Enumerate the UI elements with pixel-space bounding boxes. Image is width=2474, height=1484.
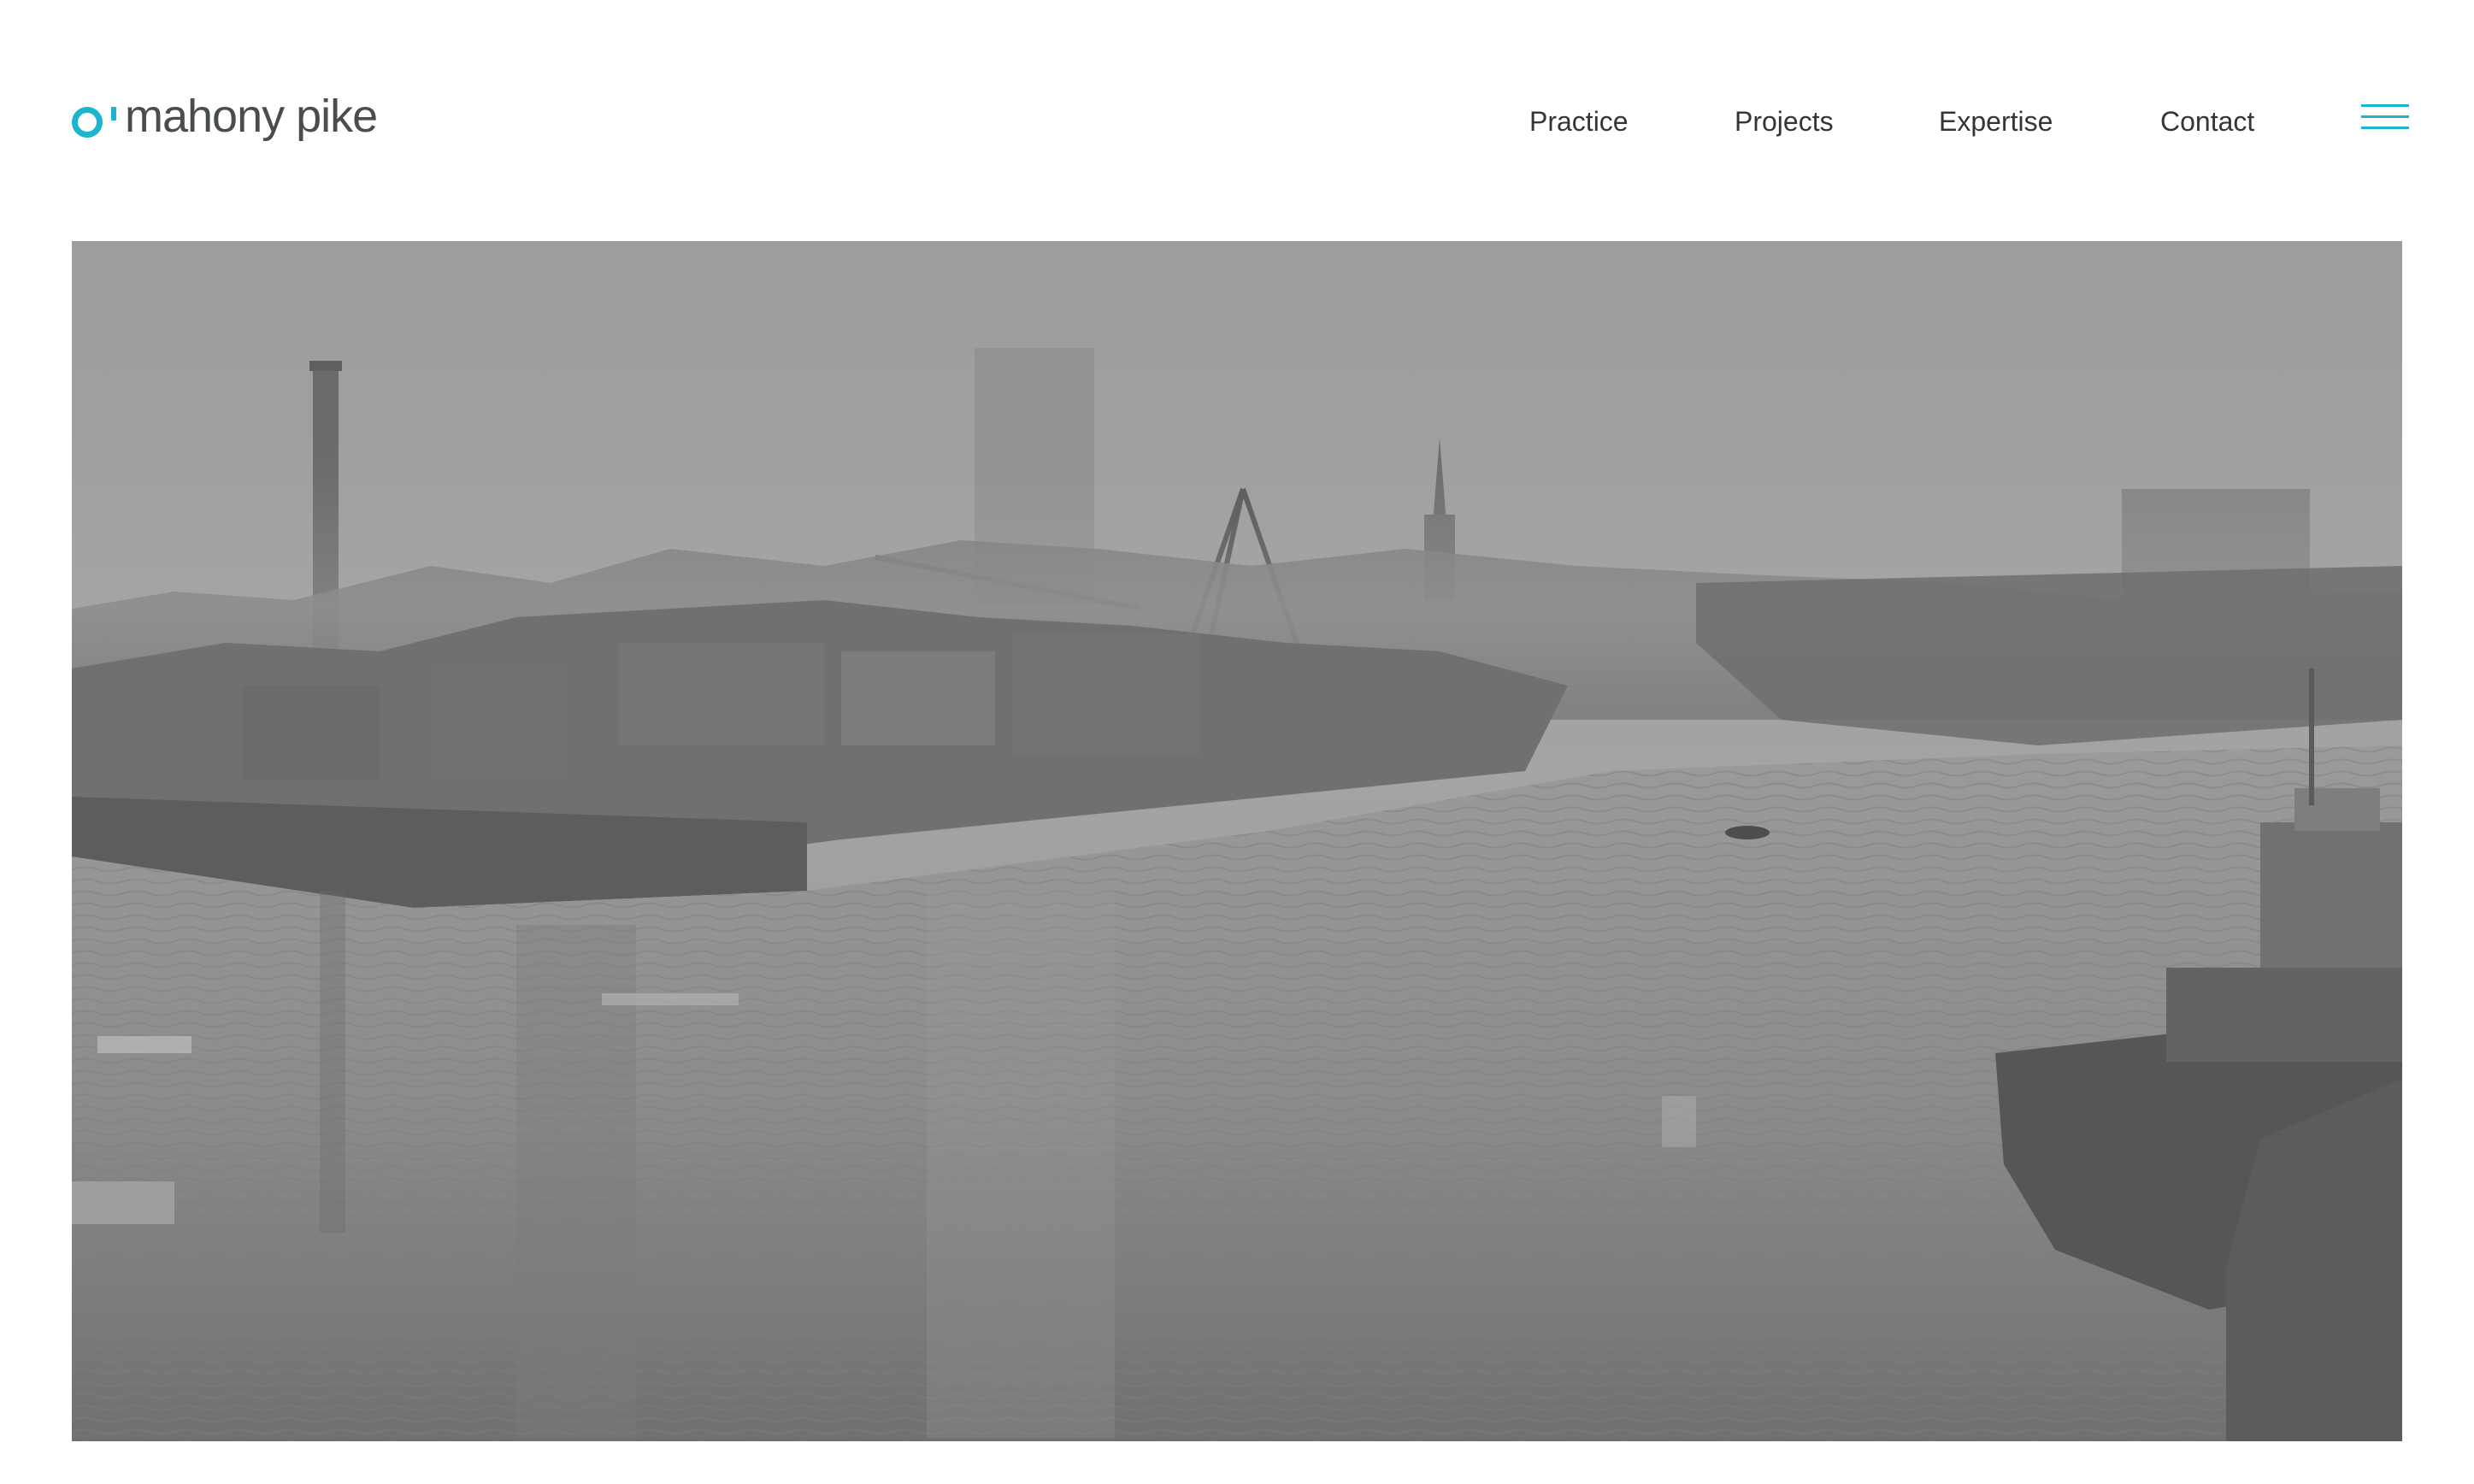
- logo-text: mahony pike: [125, 91, 378, 142]
- nav-item-expertise[interactable]: Expertise: [1939, 96, 2053, 147]
- nav-item-practice[interactable]: Practice: [1529, 96, 1629, 147]
- site-logo[interactable]: mahony pike: [72, 82, 378, 150]
- logo-mark-icon: [72, 107, 103, 138]
- harbour-photo: [72, 241, 2402, 1441]
- hamburger-icon: [2361, 104, 2409, 107]
- main-nav: Practice Projects Expertise Contact: [1368, 96, 2265, 147]
- hamburger-icon-line: [2361, 127, 2409, 129]
- logo-apostrophe-icon: [111, 107, 116, 121]
- hamburger-icon-line: [2361, 115, 2409, 118]
- site-header: mahony pike Practice Projects Expertise …: [0, 0, 2474, 241]
- nav-item-contact[interactable]: Contact: [2160, 96, 2254, 147]
- hero-image: [72, 241, 2402, 1441]
- hamburger-menu-button[interactable]: [2361, 101, 2409, 135]
- nav-item-projects[interactable]: Projects: [1735, 96, 1834, 147]
